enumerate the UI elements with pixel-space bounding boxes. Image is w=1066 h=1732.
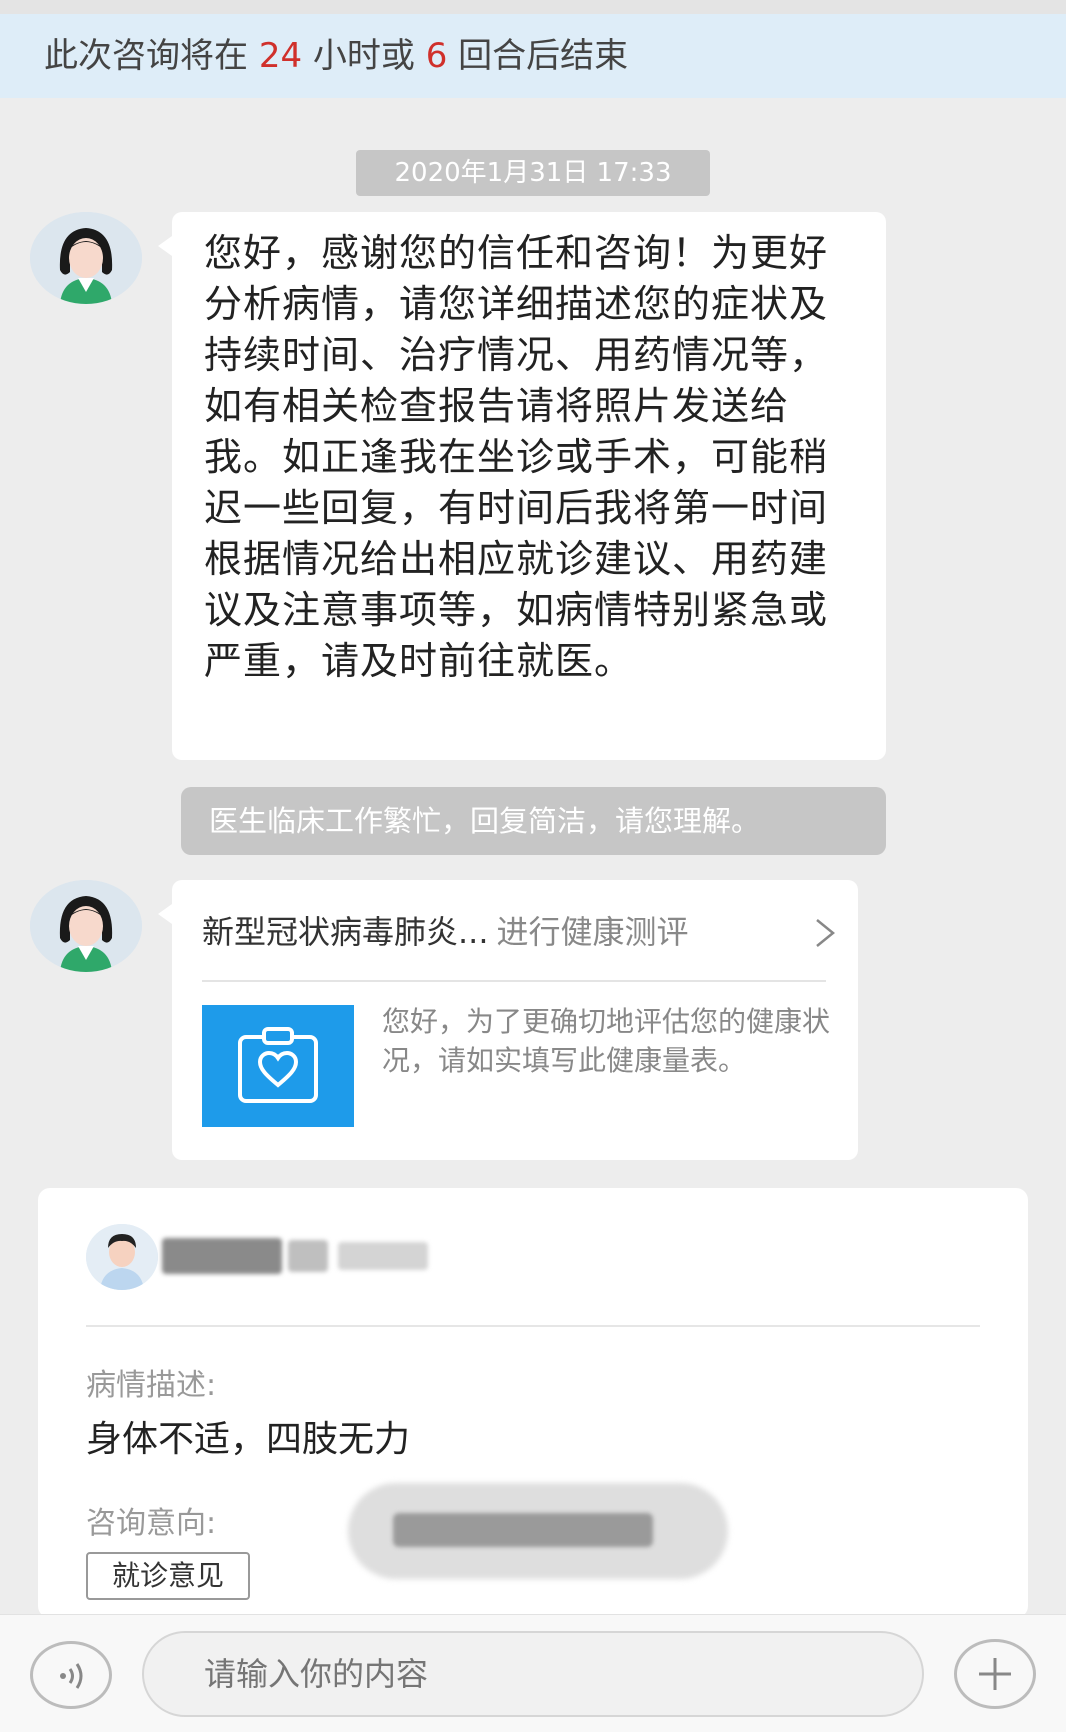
intent-label: 咨询意向: [86, 1506, 217, 1541]
notice-prefix: 此次咨询将在 [44, 36, 259, 76]
blurred-patient-info [288, 1240, 328, 1272]
notice-rounds: 6 [425, 36, 448, 76]
assessment-action-link[interactable]: 进行健康测评 [497, 913, 689, 951]
consultation-summary-card[interactable]: 病情描述: 身体不适，四肢无力 咨询意向: 就诊意见 [38, 1188, 1028, 1618]
message-timestamp: 2020年1月31日 17:33 [356, 150, 710, 196]
notice-suffix: 回合后结束 [447, 36, 629, 76]
blurred-patient-name [162, 1238, 282, 1274]
patient-avatar [86, 1224, 158, 1290]
description-label: 病情描述: [86, 1368, 217, 1403]
voice-icon [60, 1663, 83, 1689]
assessment-thumbnail [202, 1005, 354, 1127]
notice-mid: 小时或 [302, 36, 426, 76]
doctor-greeting-message[interactable]: 您好，感谢您的信任和咨询！为更好分析病情，请您详细描述您的症状及持续时间、治疗情… [158, 212, 886, 760]
doctor-avatar-icon [30, 880, 142, 972]
health-assessment-card[interactable]: 新型冠状病毒肺炎... 进行健康测评 您好，为了更确切地评估您的健康状况，请如实填… [158, 880, 858, 1160]
intent-tag: 就诊意见 [86, 1552, 250, 1600]
blurred-intent-text [393, 1513, 653, 1547]
blurred-patient-info [338, 1242, 428, 1270]
assessment-description: 您好，为了更确切地评估您的健康状况，请如实填写此健康量表。 [382, 1005, 831, 1077]
status-strip [0, 0, 1066, 14]
chat-input-bar [0, 1614, 1066, 1732]
patient-avatar-icon [86, 1224, 158, 1290]
card-divider [86, 1325, 980, 1327]
doctor-greeting-text: 您好，感谢您的信任和咨询！为更好分析病情，请您详细描述您的症状及持续时间、治疗情… [204, 231, 829, 683]
doctor-avatar-icon [30, 212, 142, 304]
assessment-card-divider [202, 980, 826, 982]
system-note: 医生临床工作繁忙，回复简洁，请您理解。 [181, 787, 886, 855]
notice-hours: 24 [258, 36, 303, 76]
assessment-title: 新型冠状病毒肺炎... [202, 913, 489, 951]
more-options-button[interactable] [954, 1639, 1036, 1709]
doctor-avatar[interactable] [30, 212, 142, 304]
plus-icon [979, 1658, 1011, 1690]
doctor-avatar[interactable] [30, 880, 142, 972]
consultation-limit-banner: 此次咨询将在 24 小时或 6 回合后结束 [0, 14, 1066, 98]
message-input[interactable] [142, 1631, 924, 1717]
voice-input-button[interactable] [30, 1641, 112, 1709]
description-value: 身体不适，四肢无力 [86, 1419, 411, 1460]
chevron-right-icon [816, 919, 835, 947]
assessment-card-header[interactable]: 新型冠状病毒肺炎... 进行健康测评 [202, 902, 838, 962]
clipboard-heart-icon [238, 1027, 318, 1103]
